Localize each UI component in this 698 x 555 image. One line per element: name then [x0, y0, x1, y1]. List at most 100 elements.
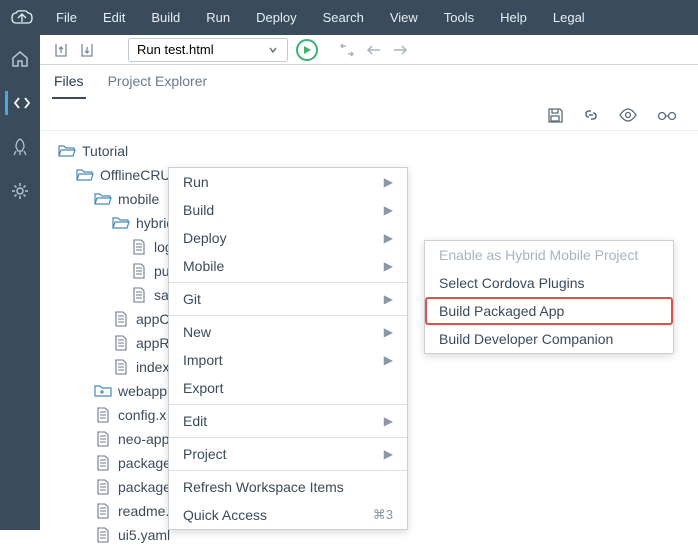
- sm-select-cordova-plugins[interactable]: Select Cordova Plugins: [425, 269, 673, 297]
- cm-label: Build: [183, 202, 214, 218]
- chevron-right-icon: ▶: [384, 447, 393, 461]
- nav-forward-icon[interactable]: [392, 43, 408, 57]
- chevron-right-icon: ▶: [384, 175, 393, 189]
- file-icon: [94, 431, 112, 447]
- cm-mobile[interactable]: Mobile▶: [169, 252, 407, 280]
- cm-run[interactable]: Run ▶: [169, 168, 407, 196]
- chevron-right-icon: ▶: [384, 203, 393, 217]
- cm-project[interactable]: Project▶: [169, 440, 407, 468]
- run-config-dropdown[interactable]: Run test.html: [128, 38, 288, 62]
- file-icon: [94, 479, 112, 495]
- panel-tabs: Files Project Explorer: [40, 65, 698, 99]
- menu-legal[interactable]: Legal: [541, 4, 597, 31]
- cm-deploy[interactable]: Deploy▶: [169, 224, 407, 252]
- menu-separator: [169, 315, 407, 316]
- cm-label: Export: [183, 380, 223, 396]
- tree-row[interactable]: Tutorial: [44, 139, 694, 163]
- menu-edit[interactable]: Edit: [91, 4, 137, 31]
- cm-git[interactable]: Git▶: [169, 285, 407, 313]
- file-icon: [130, 263, 148, 279]
- code-icon[interactable]: [5, 91, 32, 115]
- menu-deploy[interactable]: Deploy: [244, 4, 308, 31]
- save-icon[interactable]: [546, 106, 564, 124]
- file-icon: [130, 239, 148, 255]
- cm-label: Refresh Workspace Items: [183, 479, 344, 495]
- tree-label: appR: [136, 335, 169, 351]
- menu-separator: [169, 470, 407, 471]
- sm-build-developer-companion[interactable]: Build Developer Companion: [425, 325, 673, 353]
- import-icon[interactable]: [52, 41, 70, 59]
- cm-label: Import: [183, 352, 223, 368]
- cm-label: Deploy: [183, 230, 227, 246]
- rocket-icon[interactable]: [8, 135, 32, 159]
- toolbar: Run test.html: [40, 35, 698, 65]
- top-menubar: FileEditBuildRunDeploySearchViewToolsHel…: [0, 0, 698, 35]
- run-button[interactable]: [296, 39, 318, 61]
- cm-label: Git: [183, 291, 201, 307]
- menu-build[interactable]: Build: [139, 4, 192, 31]
- folder-open-icon: [94, 192, 112, 206]
- file-icon: [94, 455, 112, 471]
- tab-files[interactable]: Files: [52, 65, 86, 99]
- folder-open-icon: [112, 216, 130, 230]
- home-icon[interactable]: [8, 47, 32, 71]
- sm-build-packaged-app[interactable]: Build Packaged App: [425, 297, 673, 325]
- tree-label: webapp: [118, 383, 167, 399]
- cm-label: Quick Access: [183, 507, 267, 523]
- cm-label: Run: [183, 174, 209, 190]
- cm-import[interactable]: Import ▶: [169, 346, 407, 374]
- cm-build[interactable]: Build ▶: [169, 196, 407, 224]
- tab-project-explorer[interactable]: Project Explorer: [106, 65, 210, 99]
- cm-export[interactable]: Export: [169, 374, 407, 402]
- tree-toolbar: [40, 99, 698, 131]
- gear-icon[interactable]: [8, 179, 32, 203]
- menu-separator: [169, 437, 407, 438]
- menu-separator: [169, 282, 407, 283]
- file-icon: [112, 311, 130, 327]
- menu-view[interactable]: View: [378, 4, 430, 31]
- file-icon: [112, 335, 130, 351]
- tree-label: index: [136, 359, 169, 375]
- tree-label: Tutorial: [82, 143, 128, 159]
- file-icon: [94, 407, 112, 423]
- file-icon: [94, 503, 112, 519]
- file-icon: [94, 527, 112, 543]
- glasses-icon[interactable]: [656, 106, 678, 124]
- tree-label: package: [118, 455, 171, 471]
- cm-edit[interactable]: Edit▶: [169, 407, 407, 435]
- tree-label: mobile: [118, 191, 159, 207]
- nav-sync-icon[interactable]: [338, 43, 356, 57]
- cm-new[interactable]: New ▶: [169, 318, 407, 346]
- chevron-right-icon: ▶: [384, 353, 393, 367]
- sm-enable-as-hybrid-mobile-project: Enable as Hybrid Mobile Project: [425, 241, 673, 269]
- menu-run[interactable]: Run: [194, 4, 242, 31]
- tree-label: neo-app: [118, 431, 169, 447]
- chevron-right-icon: ▶: [384, 414, 393, 428]
- cm-label: Mobile: [183, 258, 224, 274]
- export-icon[interactable]: [78, 41, 96, 59]
- shortcut-label: ⌘3: [373, 507, 393, 523]
- menu-tools[interactable]: Tools: [432, 4, 486, 31]
- tree-label: config.x: [118, 407, 166, 423]
- tree-label: ui5.yaml: [118, 527, 170, 543]
- menu-help[interactable]: Help: [488, 4, 539, 31]
- eye-icon[interactable]: [618, 106, 638, 124]
- file-icon: [112, 359, 130, 375]
- menu-separator: [169, 404, 407, 405]
- menu-file[interactable]: File: [44, 4, 89, 31]
- tree-label: appC: [136, 311, 169, 327]
- chevron-down-icon: [267, 44, 279, 56]
- cm-refresh-workspace-items[interactable]: Refresh Workspace Items: [169, 473, 407, 501]
- file-icon: [130, 287, 148, 303]
- activity-bar: [0, 35, 40, 530]
- nav-back-icon[interactable]: [366, 43, 382, 57]
- menu-search[interactable]: Search: [311, 4, 376, 31]
- link-icon[interactable]: [582, 106, 600, 124]
- folder-open-icon: [58, 144, 76, 158]
- nav-arrows: [338, 43, 408, 57]
- chevron-right-icon: ▶: [384, 325, 393, 339]
- folder-open-icon: [76, 168, 94, 182]
- cm-label: New: [183, 324, 211, 340]
- cm-quick-access[interactable]: Quick Access ⌘3: [169, 501, 407, 529]
- folder-add-icon: [94, 384, 112, 398]
